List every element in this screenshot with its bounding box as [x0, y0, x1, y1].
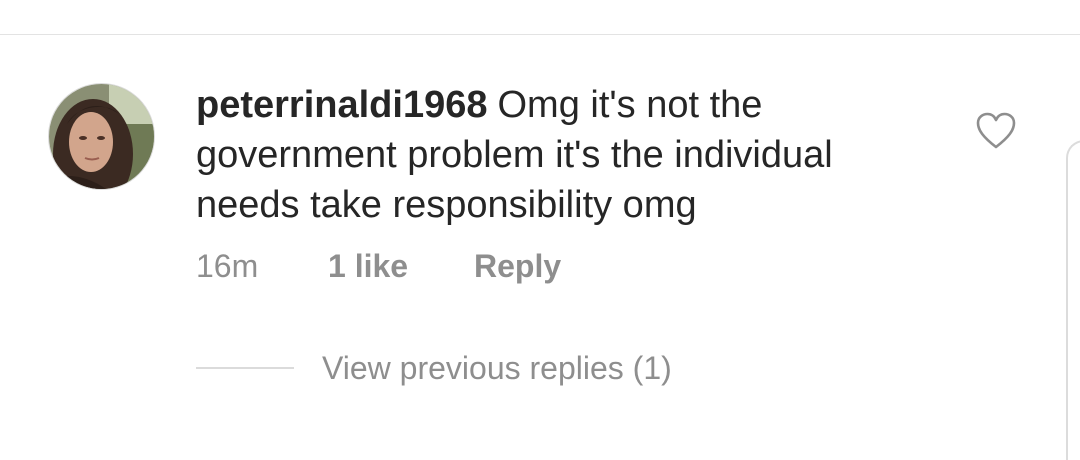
comment-body: peterrinaldi1968 Omg it's not the governm…	[196, 80, 936, 230]
panel-edge	[1066, 140, 1080, 460]
heart-outline-icon[interactable]	[975, 111, 1017, 151]
view-replies-button[interactable]: View previous replies (1)	[196, 346, 672, 390]
avatar-photo	[49, 84, 154, 189]
comment-username[interactable]: peterrinaldi1968	[196, 84, 487, 126]
reply-button[interactable]: Reply	[474, 248, 561, 285]
likes-count-button[interactable]: 1 like	[328, 248, 474, 285]
top-divider	[0, 34, 1080, 35]
view-replies-label: View previous replies (1)	[322, 349, 672, 386]
replies-divider-line	[196, 367, 294, 369]
avatar[interactable]	[48, 83, 155, 190]
comment-timestamp: 16m	[196, 247, 259, 284]
comment-meta: 16m 1 like Reply	[196, 244, 561, 288]
